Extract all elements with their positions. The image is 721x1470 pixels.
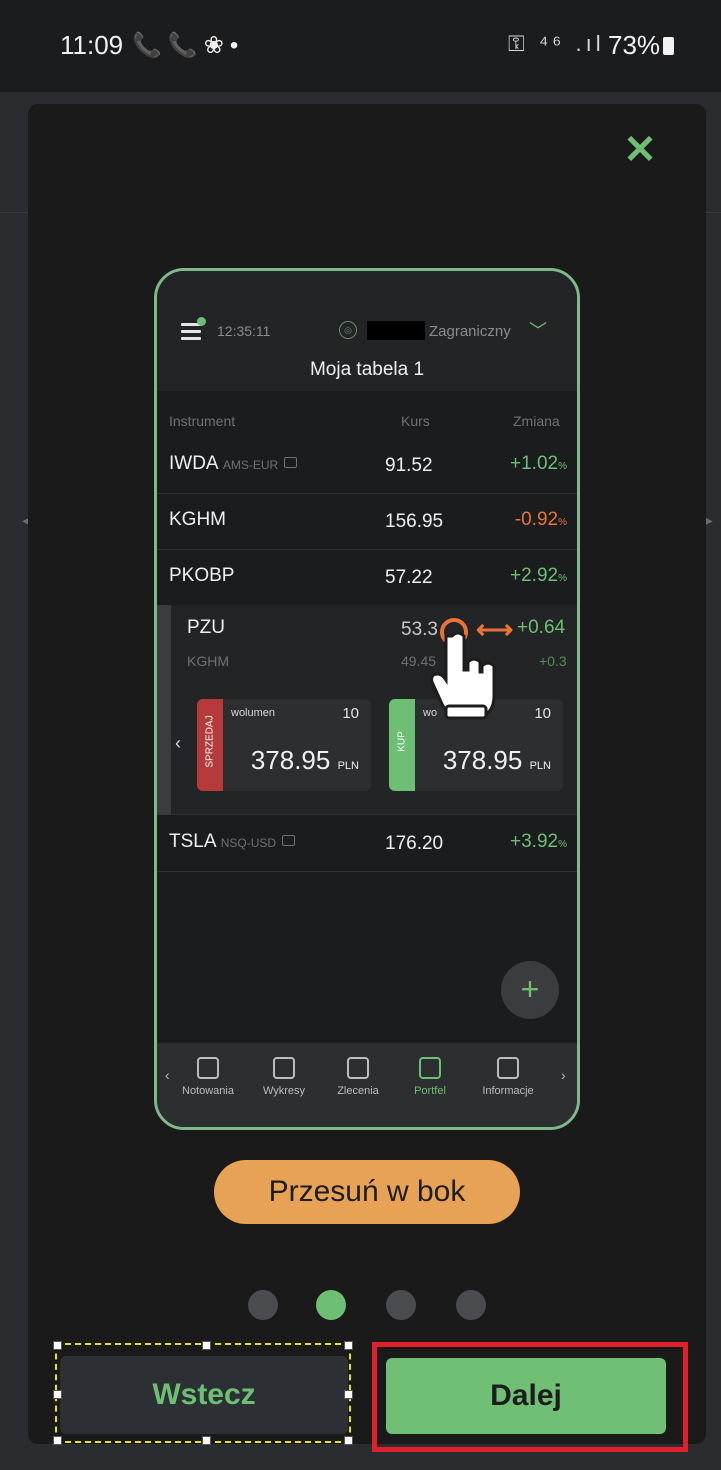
sell-price: 378.95: [250, 745, 331, 775]
currency: PLN: [529, 760, 551, 772]
row-change: +1.02: [510, 453, 559, 474]
row-symbol: TSLA: [169, 831, 216, 852]
close-icon[interactable]: ✕: [618, 128, 662, 172]
row-symbol: IWDA: [169, 453, 218, 474]
selection-highlight: [53, 1341, 353, 1445]
sell-tag: SPRZEDAJ: [197, 699, 223, 791]
page-dot: [386, 1290, 416, 1320]
nav-portfel: Portfel: [393, 1057, 467, 1097]
row-unit: %: [558, 517, 567, 528]
chevron-down-icon: ﹀: [529, 321, 547, 341]
row-unit: %: [558, 573, 567, 584]
expanded-row: PZU 53.3 +0.64 KGHM 49.45 +0.3 ‹ SPRZEDA…: [157, 605, 577, 815]
nav-notowania: Notowania: [171, 1057, 245, 1097]
col-instrument: Instrument: [169, 413, 236, 429]
table-row: TSLA NSQ-USD 176.20 +3.92%: [157, 815, 577, 872]
row-change: +2.92: [510, 565, 559, 586]
chart-icon: [273, 1057, 295, 1079]
table-row: KGHM 156.95 -0.92%: [157, 493, 577, 550]
row-price: 57.22: [385, 567, 433, 588]
row-unit: %: [558, 461, 567, 472]
buy-tag: KUP: [389, 699, 415, 791]
expanded-sub-change: +0.3: [539, 653, 567, 669]
status-time: 11:09: [60, 30, 124, 60]
preview-time: 12:35:11: [217, 323, 271, 339]
row-market: AMS-EUR: [222, 458, 279, 472]
sell-ticket: SPRZEDAJ wolumen 10 378.95 PLN: [197, 699, 371, 791]
buy-label: KUP: [396, 731, 408, 752]
market-globe-icon: ◎: [339, 321, 357, 339]
col-price: Kurs: [401, 413, 430, 429]
table-row: IWDA AMS-EUR 91.52 +1.02%: [157, 437, 577, 494]
wallet-icon: [284, 457, 298, 468]
col-change: Zmiana: [513, 413, 560, 429]
preview-header: 12:35:11 ◎ Zagraniczny ﹀ Moja tabela 1: [157, 271, 577, 391]
expanded-symbol: PZU: [187, 617, 225, 638]
preview-table-title: Moja tabela 1: [309, 359, 425, 380]
preview-bottom-nav: ‹ Notowania Wykresy Zlecenia Portfel Inf…: [157, 1043, 577, 1127]
sell-label: SPRZEDAJ: [204, 715, 216, 768]
page-dot-active: [316, 1290, 346, 1320]
expanded-change: +0.64: [517, 617, 566, 638]
battery-level: 73%: [608, 30, 661, 60]
menu-icon: [181, 317, 206, 340]
add-icon: +: [501, 961, 559, 1019]
nav-right-arrow-icon: ›: [561, 1067, 566, 1083]
target-highlight: [372, 1342, 688, 1452]
nav-informacje: Informacje: [471, 1057, 545, 1097]
orders-icon: [347, 1057, 369, 1079]
battery-icon: [663, 37, 675, 55]
preview-market: Zagraniczny: [429, 323, 511, 340]
hand-pointer-icon: [430, 631, 496, 720]
expanded-sub-symbol: KGHM: [187, 653, 229, 669]
page-dot: [248, 1290, 278, 1320]
row-price: 156.95: [385, 511, 444, 532]
quotes-icon: [197, 1057, 219, 1079]
status-bar: 11:09 📞📞❀• ⚿ ⁴⁶ .ıl 73%: [0, 0, 721, 92]
nav-left-arrow-icon: ‹: [165, 1067, 170, 1083]
row-price: 91.52: [385, 455, 433, 476]
currency: PLN: [337, 760, 359, 772]
volume-qty: 10: [342, 705, 359, 722]
row-symbol: PKOBP: [169, 565, 235, 586]
row-price: 176.20: [385, 833, 444, 854]
status-notification-icons: 📞📞❀•: [132, 32, 245, 59]
news-icon: [497, 1057, 519, 1079]
battery-indicator: 73%: [608, 30, 675, 61]
wallet-icon: [282, 835, 296, 846]
chevron-left-icon: ‹: [175, 733, 181, 753]
row-change: -0.92: [514, 509, 559, 530]
table-row: PKOBP 57.22 +2.92%: [157, 549, 577, 606]
row-unit: %: [558, 839, 567, 850]
volume-qty: 10: [534, 705, 551, 722]
row-change: +3.92: [510, 831, 559, 852]
buy-price: 378.95: [442, 745, 523, 775]
status-signal-icons: ⚿ ⁴⁶ .ıl: [508, 31, 605, 56]
row-symbol: KGHM: [169, 509, 226, 530]
phone-preview: 12:35:11 ◎ Zagraniczny ﹀ Moja tabela 1 I…: [154, 268, 580, 1130]
page-dot: [456, 1290, 486, 1320]
nav-zlecenia: Zlecenia: [321, 1057, 395, 1097]
swipe-hint: Przesuń w bok: [214, 1160, 520, 1224]
redacted-account: [367, 321, 425, 340]
nav-wykresy: Wykresy: [247, 1057, 321, 1097]
row-market: NSQ-USD: [220, 836, 277, 850]
wallet-icon: [419, 1057, 441, 1079]
volume-label: wolumen: [231, 707, 276, 719]
